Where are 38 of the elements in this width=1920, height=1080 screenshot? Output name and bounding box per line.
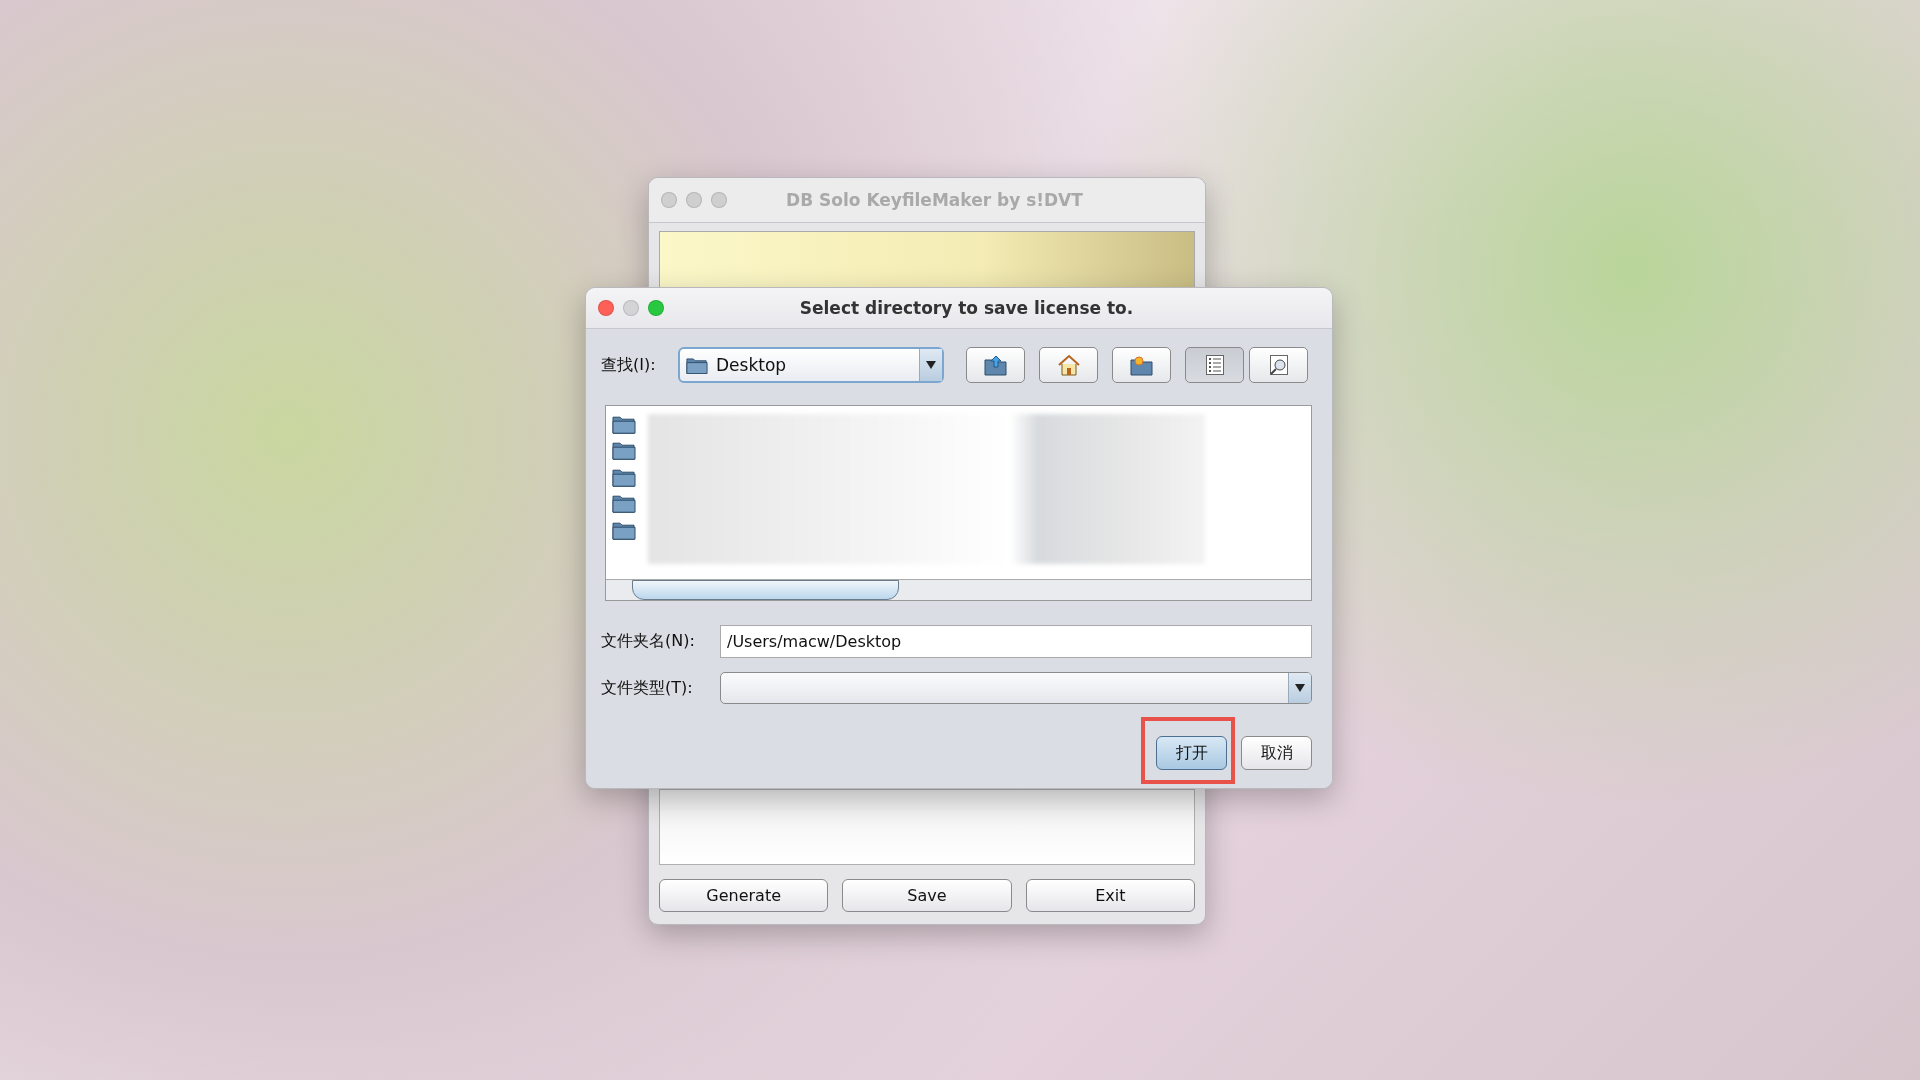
file-list[interactable]: [605, 405, 1312, 601]
action-button[interactable]: Save: [842, 879, 1012, 912]
window-close-button[interactable]: [661, 192, 677, 208]
new-folder-icon: [1129, 354, 1154, 376]
toolbar-button[interactable]: [1185, 347, 1244, 383]
home-icon: [1056, 354, 1081, 376]
toolbar-button[interactable]: [1249, 347, 1308, 383]
toolbar-button[interactable]: [966, 347, 1025, 383]
window-minimize-button[interactable]: [686, 192, 702, 208]
folder-name-label: 文件夹名(N):: [601, 631, 696, 652]
folder-name-field[interactable]: /Users/macw/Desktop: [720, 625, 1312, 658]
look-in-dropdown[interactable]: Desktop: [678, 347, 944, 383]
dialog-title: Select directory to save license to.: [798, 298, 1135, 318]
window-zoom-button[interactable]: [711, 192, 727, 208]
action-button[interactable]: Generate: [659, 879, 829, 912]
dialog-button[interactable]: 取消: [1241, 736, 1312, 770]
folder-icon: [612, 440, 636, 461]
look-in-label: 查找(I):: [601, 354, 657, 376]
list-view-icon: [1205, 355, 1224, 375]
dialog-button[interactable]: 打开: [1156, 736, 1227, 770]
caret-icon: [1295, 684, 1305, 692]
folder-up-icon: [983, 354, 1008, 376]
window-title: DB Solo KeyfileMaker by s!DVT: [785, 190, 1084, 210]
folder-icon: [612, 493, 636, 514]
folder-icon: [686, 355, 708, 375]
file-type-label: 文件类型(T):: [601, 677, 694, 699]
caret-icon: [926, 361, 936, 369]
toolbar-button[interactable]: [1112, 347, 1171, 383]
horizontal-scrollbar[interactable]: [606, 579, 1311, 600]
window-minimize-button[interactable]: [623, 300, 639, 316]
folder-icon: [612, 414, 636, 435]
window-close-button[interactable]: [598, 300, 614, 316]
window-zoom-button[interactable]: [648, 300, 664, 316]
details-view-icon: [1268, 355, 1289, 375]
file-type-dropdown[interactable]: [720, 672, 1312, 704]
output-text-area[interactable]: [659, 789, 1195, 865]
action-button[interactable]: Exit: [1025, 879, 1195, 912]
toolbar-button[interactable]: [1039, 347, 1098, 383]
